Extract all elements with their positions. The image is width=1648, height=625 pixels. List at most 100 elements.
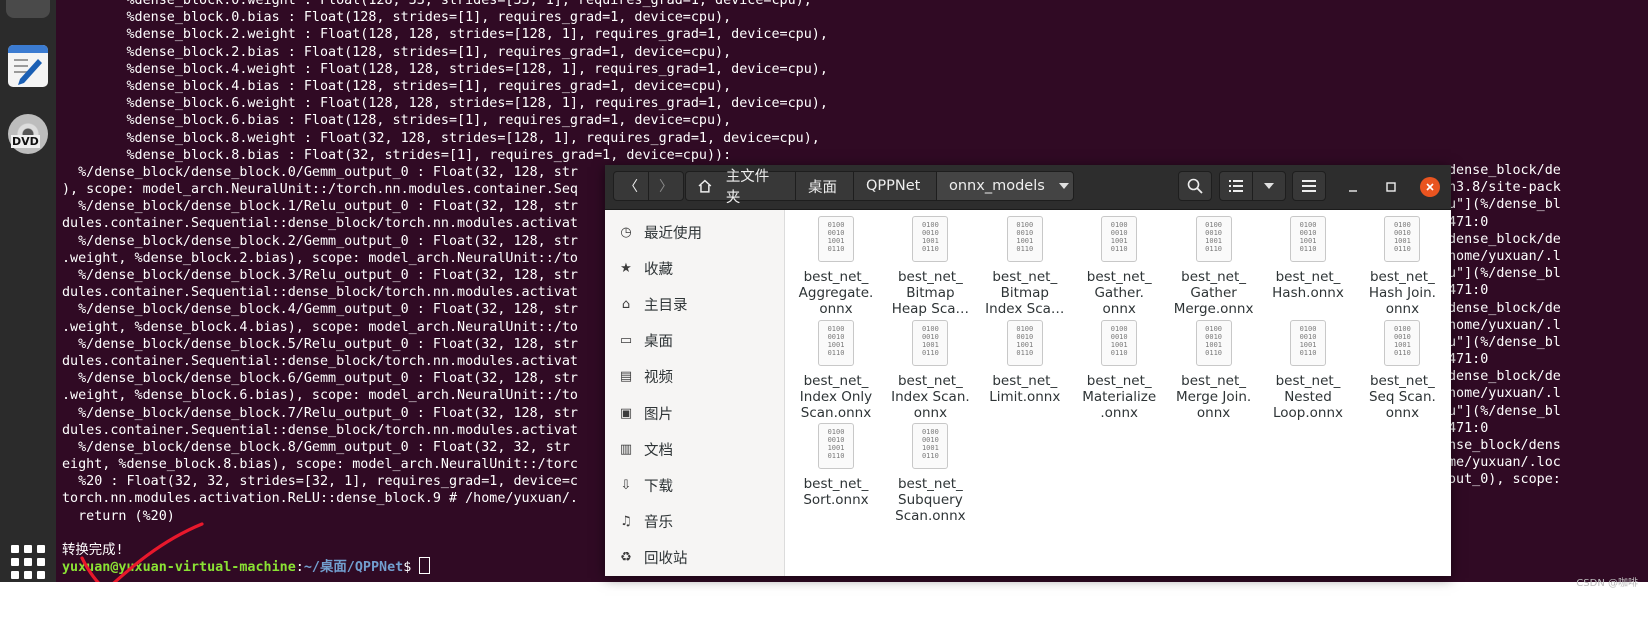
document-icon: ▥ (619, 441, 633, 457)
terminal-line-right: home/yuxuan/.l (1448, 386, 1561, 402)
breadcrumb-current[interactable]: onnx_models (936, 171, 1074, 201)
file-item[interactable]: 0100 0010 1001 0110 best_net_ Nested Loop… (1261, 314, 1355, 421)
binary-file-icon: 0100 0010 1001 0110 (818, 216, 854, 262)
search-icon (1187, 178, 1203, 194)
search-button[interactable] (1178, 171, 1212, 201)
binary-file-icon: 0100 0010 1001 0110 (818, 423, 854, 469)
menu-button[interactable] (1292, 171, 1326, 201)
file-item[interactable]: 0100 0010 1001 0110 best_net_ Materialize… (1072, 314, 1166, 421)
prompt-colon: : (295, 560, 304, 575)
sidebar-item[interactable]: ★ 收藏 (605, 250, 784, 286)
breadcrumb-home[interactable]: 主文件夹 (685, 169, 796, 206)
file-name: best_net_ Sort.onnx (803, 476, 869, 508)
dock-app-button[interactable] (6, 0, 50, 18)
file-item[interactable]: 0100 0010 1001 0110 best_net_ Bitmap Heap… (883, 210, 977, 317)
places-sidebar: ◷ 最近使用 ★ 收藏 ⌂ 主目录 ▭ 桌面 ▤ 视频 ▣ 图片 ▥ 文档 ⇩ 下载 ♫ 音乐 ♻ 回收站 (605, 210, 785, 576)
terminal-prompt[interactable]: yuxuan@yuxuan-virtual-machine:~/桌面/QPPNe… (62, 557, 431, 576)
file-item[interactable]: 0100 0010 1001 0110 best_net_ Merge Join.… (1167, 314, 1261, 421)
terminal-line-right: 471:0 (1448, 420, 1489, 436)
chevron-down-icon (1264, 183, 1274, 189)
close-button[interactable] (1420, 177, 1440, 197)
show-applications-button[interactable] (6, 540, 50, 584)
list-view-button[interactable] (1219, 171, 1253, 201)
file-manager-window[interactable]: 〈 〉 主文件夹 桌面 QPPNet onnx_models ◷ 最近使用 ★ 收藏 ⌂… (605, 165, 1451, 576)
list-view-icon (1229, 180, 1243, 192)
hamburger-icon (1302, 180, 1316, 192)
terminal-line-right: u"](%/dense_bl (1448, 197, 1561, 213)
sidebar-item[interactable]: ▤ 视频 (605, 359, 784, 395)
home-icon: ⌂ (621, 296, 631, 312)
dvd-launcher[interactable]: DVD (6, 112, 50, 156)
sidebar-item[interactable]: ▣ 图片 (605, 395, 784, 431)
binary-file-icon: 0100 0010 1001 0110 (1195, 216, 1232, 262)
file-name: best_net_ Materialize .onnx (1082, 372, 1157, 421)
sidebar-item[interactable]: ⌂ 主目录 (605, 286, 784, 322)
sidebar-item[interactable]: ♫ 音乐 (605, 504, 784, 540)
binary-file-icon: 0100 0010 1001 0110 (1195, 319, 1232, 366)
binary-file-icon: 0100 0010 1001 0110 (818, 319, 854, 366)
view-options-button[interactable] (1252, 171, 1286, 201)
file-item[interactable]: 0100 0010 1001 0110 best_net_ Seq Scan. o… (1355, 314, 1449, 421)
sidebar-item[interactable]: ◷ 最近使用 (605, 214, 784, 250)
file-item[interactable]: 0100 0010 1001 0110 best_net_ Hash.onnx (1261, 210, 1355, 301)
file-name: best_net_ Index Only Scan.onnx (799, 372, 873, 421)
file-name: best_net_ Aggregate. onnx (798, 269, 874, 317)
file-name: best_net_ Limit.onnx (989, 372, 1061, 405)
binary-file-icon: 0100 0010 1001 0110 (1290, 216, 1326, 262)
sidebar-item[interactable]: ⇩ 下载 (605, 467, 784, 503)
sidebar-item[interactable]: ▥ 文档 (605, 431, 784, 467)
binary-file-icon: 0100 0010 1001 0110 (1290, 319, 1326, 366)
terminal-line: %dense_block.8.weight : Float(32, 128, s… (62, 130, 820, 146)
clock-icon: ◷ (620, 224, 632, 240)
file-item[interactable]: 0100 0010 1001 0110 best_net_ Bitmap Inde… (978, 210, 1072, 317)
forward-button[interactable]: 〉 (648, 171, 684, 201)
file-item[interactable]: 0100 0010 1001 0110 best_net_ Hash Join. … (1355, 210, 1449, 317)
prompt-user: yuxuan@yuxuan-virtual-machine (62, 560, 296, 575)
file-name: best_net_ Gather Merge.onnx (1173, 269, 1254, 317)
prompt-symbol: $ (403, 560, 420, 575)
file-item[interactable]: 0100 0010 1001 0110 best_net_ Gather. onn… (1072, 210, 1166, 317)
binary-file-icon: 0100 0010 1001 0110 (1384, 319, 1421, 366)
file-item[interactable]: 0100 0010 1001 0110 best_net_ Index Only … (789, 314, 883, 421)
trash-icon: ♻ (620, 550, 632, 566)
sidebar-item[interactable]: ▭ 桌面 (605, 323, 784, 359)
breadcrumb-desktop[interactable]: 桌面 (795, 171, 854, 201)
binary-file-icon: 0100 0010 1001 0110 (912, 423, 949, 469)
close-icon (1426, 183, 1434, 191)
file-name: best_net_ Gather. onnx (1086, 269, 1152, 317)
terminal-output-right: dense_block/de n3.8/site-pack u"](%/dense_… (1448, 162, 1561, 506)
terminal-line: %dense_block.6.weight : Float(128, 128, … (62, 96, 828, 112)
file-name: best_net_ Hash.onnx (1272, 269, 1344, 301)
image-icon: ▣ (619, 405, 633, 421)
sidebar-item[interactable]: ♻ 回收站 (605, 540, 784, 576)
terminal-line: %dense_block.4.weight : Float(128, 128, … (62, 61, 828, 77)
file-item[interactable]: 0100 0010 1001 0110 best_net_ Gather Merg… (1167, 210, 1261, 317)
binary-file-icon: 0100 0010 1001 0110 (1006, 216, 1043, 262)
video-icon: ▤ (619, 369, 633, 385)
back-button[interactable]: 〈 (613, 171, 649, 201)
terminal-line-right (1448, 489, 1561, 506)
breadcrumb-qppnet[interactable]: QPPNet (853, 171, 937, 201)
breadcrumb-qppnet-label: QPPNet (866, 178, 921, 194)
file-item[interactable]: 0100 0010 1001 0110 best_net_ Index Scan.… (883, 314, 977, 421)
terminal-cursor (419, 557, 431, 574)
bottom-strip (0, 582, 1648, 625)
sidebar-item-label: 主目录 (644, 297, 688, 314)
file-item[interactable]: 0100 0010 1001 0110 best_net_ Sort.onnx (789, 417, 883, 508)
terminal-line-right: dense_block/de (1448, 231, 1561, 247)
dvd-label: DVD (11, 135, 40, 148)
sidebar-item-label: 回收站 (644, 551, 688, 568)
file-item[interactable]: 0100 0010 1001 0110 best_net_ Subquery Sc… (883, 417, 977, 524)
file-name: best_net_ Nested Loop.onnx (1272, 372, 1344, 421)
terminal-line: %dense_block.6.bias : Float(128, strides… (62, 113, 732, 129)
minimize-button[interactable] (1343, 177, 1363, 197)
maximize-button[interactable] (1381, 177, 1401, 197)
file-item[interactable]: 0100 0010 1001 0110 best_net_ Limit.onnx (978, 314, 1072, 405)
file-name: best_net_ Merge Join. onnx (1175, 372, 1252, 421)
binary-file-icon: 0100 0010 1001 0110 (1384, 216, 1421, 262)
text-editor-launcher[interactable] (6, 44, 50, 88)
terminal-line-right: dense_block/de (1448, 369, 1561, 385)
terminal-line-right: nse_block/dens (1448, 438, 1561, 453)
file-item[interactable]: 0100 0010 1001 0110 best_net_ Aggregate. … (789, 210, 883, 317)
terminal-line: %dense_block.0.bias : Float(128, strides… (62, 10, 732, 26)
